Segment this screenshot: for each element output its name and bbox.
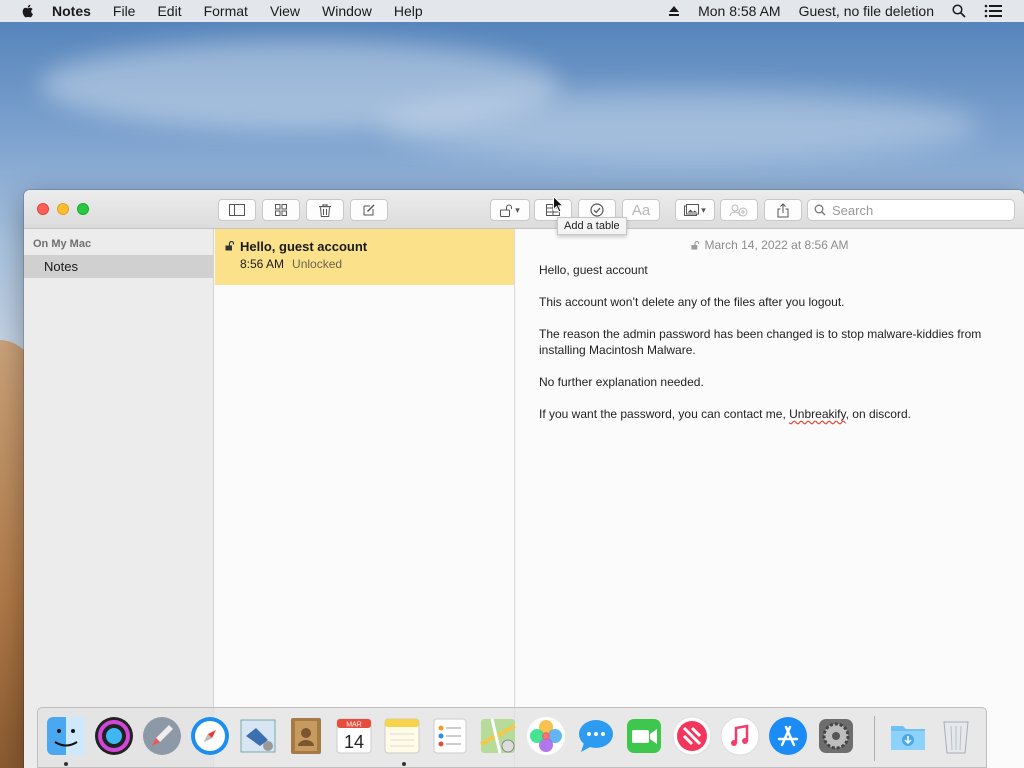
- window-toolbar: ▾ Aa ▾ Add a table: [24, 190, 1024, 235]
- news-icon[interactable]: [672, 716, 712, 756]
- menu-window[interactable]: Window: [322, 3, 372, 19]
- note-time: 8:56 AM: [240, 257, 285, 271]
- photo-icon: [684, 204, 700, 216]
- note-meta: 8:56 AM Unlocked: [240, 257, 514, 271]
- lock-note-button[interactable]: ▾: [490, 199, 530, 221]
- checkmark-circle-icon: [590, 203, 604, 217]
- maps-icon[interactable]: [478, 716, 518, 756]
- note-text: , on discord.: [845, 407, 911, 421]
- toggle-sidebar-button[interactable]: [218, 199, 256, 221]
- minimize-window-button[interactable]: [57, 203, 69, 215]
- add-people-button[interactable]: [720, 199, 758, 221]
- text-format-button[interactable]: Aa: [622, 199, 660, 221]
- siri-icon[interactable]: [94, 716, 134, 756]
- calendar-day: 14: [344, 732, 364, 752]
- calendar-month: MAR: [346, 722, 362, 729]
- note-paragraph: If you want the password, you can contac…: [539, 406, 986, 422]
- menu-format[interactable]: Format: [204, 3, 248, 19]
- share-button[interactable]: [764, 199, 802, 221]
- note-paragraph: The reason the admin password has been c…: [539, 327, 982, 357]
- attachments-browser-button[interactable]: [262, 199, 300, 221]
- search-input[interactable]: [832, 202, 1002, 218]
- menu-bar: Notes File Edit Format View Window Help …: [0, 0, 1024, 22]
- mail-icon[interactable]: [238, 716, 278, 756]
- messages-icon[interactable]: [576, 716, 616, 756]
- text-format-icon: Aa: [631, 201, 651, 219]
- notification-center-icon[interactable]: [984, 4, 1002, 18]
- note-list: Hello, guest account 8:56 AM Unlocked: [215, 229, 515, 768]
- music-icon[interactable]: [720, 716, 760, 756]
- dock: MAR 14: [37, 707, 987, 768]
- safari-icon[interactable]: [190, 716, 230, 756]
- note-editor[interactable]: March 14, 2022 at 8:56 AM Hello, guest a…: [516, 229, 1024, 768]
- note-list-item[interactable]: Hello, guest account 8:56 AM Unlocked: [215, 229, 514, 285]
- menu-help[interactable]: Help: [394, 3, 423, 19]
- facetime-icon[interactable]: [624, 716, 664, 756]
- photos-icon[interactable]: [526, 716, 566, 756]
- menu-app-name[interactable]: Notes: [52, 3, 91, 19]
- insert-media-button[interactable]: ▾: [675, 199, 715, 221]
- compose-icon: [363, 204, 375, 216]
- add-people-icon: [729, 204, 748, 217]
- compose-note-button[interactable]: [350, 199, 388, 221]
- note-paragraph: No further explanation needed.: [539, 375, 704, 389]
- trash-icon: [319, 203, 331, 217]
- menu-clock[interactable]: Mon 8:58 AM: [698, 3, 781, 19]
- calendar-icon[interactable]: MAR 14: [334, 716, 374, 756]
- delete-note-button[interactable]: [306, 199, 344, 221]
- chevron-down-icon: ▾: [515, 204, 520, 215]
- reminders-icon[interactable]: [430, 716, 470, 756]
- note-text: If you want the password, you can contac…: [539, 407, 790, 421]
- downloads-folder-icon[interactable]: [888, 716, 928, 756]
- spotlight-search-icon[interactable]: [952, 4, 966, 18]
- sidebar-icon: [229, 204, 245, 216]
- unlocked-padlock-icon: [225, 241, 235, 251]
- mouse-cursor-icon: [553, 196, 564, 213]
- wallpaper-cloud: [380, 90, 980, 160]
- menu-edit[interactable]: Edit: [157, 3, 181, 19]
- add-table-tooltip: Add a table: [557, 217, 627, 235]
- close-window-button[interactable]: [37, 203, 49, 215]
- search-field[interactable]: [807, 199, 1015, 221]
- note-body[interactable]: Hello, guest account This account won’t …: [516, 252, 986, 422]
- trash-icon[interactable]: [936, 716, 976, 756]
- search-icon: [814, 204, 826, 216]
- unlocked-padlock-icon: [500, 204, 513, 217]
- share-icon: [777, 202, 789, 217]
- misspelled-word: Unbreakify: [789, 407, 846, 421]
- finder-icon[interactable]: [46, 716, 86, 756]
- menu-view[interactable]: View: [270, 3, 300, 19]
- app-store-icon[interactable]: [768, 716, 808, 756]
- menu-user[interactable]: Guest, no file deletion: [799, 3, 934, 19]
- chevron-down-icon: ▾: [701, 204, 706, 215]
- dock-separator: [874, 716, 875, 761]
- contacts-icon[interactable]: [286, 716, 326, 756]
- note-paragraph: Hello, guest account: [539, 263, 648, 277]
- launchpad-icon[interactable]: [142, 716, 182, 756]
- notes-icon[interactable]: [382, 716, 422, 756]
- notes-window: ▾ Aa ▾ Add a table On My Mac Notes: [24, 190, 1024, 768]
- sidebar-section-on-my-mac: On My Mac: [33, 238, 92, 250]
- menu-file[interactable]: File: [113, 3, 136, 19]
- unlocked-padlock-icon: [691, 240, 700, 250]
- eject-icon[interactable]: [668, 5, 680, 17]
- folders-sidebar: On My Mac Notes: [24, 229, 214, 768]
- note-date-text: March 14, 2022 at 8:56 AM: [704, 238, 849, 252]
- note-lock-status: Unlocked: [292, 257, 343, 271]
- sidebar-item-notes[interactable]: Notes: [24, 255, 213, 278]
- apple-menu-icon[interactable]: [20, 3, 36, 19]
- system-preferences-icon[interactable]: [816, 716, 856, 756]
- note-date: March 14, 2022 at 8:56 AM: [516, 238, 1024, 252]
- grid-icon: [275, 204, 287, 216]
- note-paragraph: This account won’t delete any of the fil…: [539, 295, 845, 309]
- maximize-window-button[interactable]: [77, 203, 89, 215]
- note-title: Hello, guest account: [240, 239, 368, 254]
